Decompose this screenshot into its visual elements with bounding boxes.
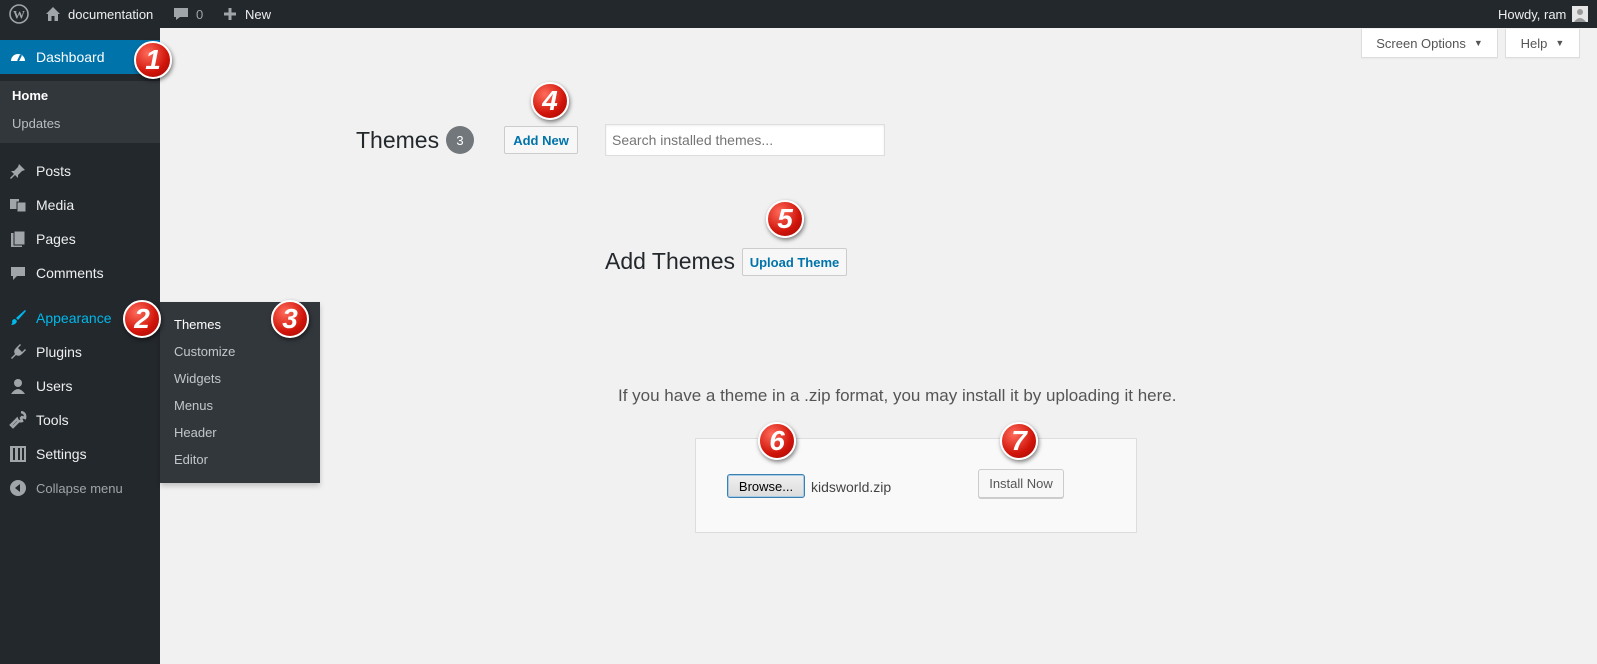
- wrench-icon: [9, 410, 27, 429]
- pin-icon: [9, 162, 27, 180]
- theme-count-badge: 3: [446, 126, 474, 154]
- admin-bar: W documentation 0 New Howdy, ram: [0, 0, 1597, 28]
- comment-icon: [172, 5, 190, 23]
- flyout-item-header[interactable]: Header: [174, 425, 217, 440]
- search-themes-input[interactable]: [605, 124, 885, 156]
- comments-link[interactable]: 0: [172, 0, 203, 28]
- admin-sidebar: Dashboard Home Updates Posts Media Pages…: [0, 28, 160, 664]
- flyout-item-widgets[interactable]: Widgets: [174, 371, 221, 386]
- sidebar-item-posts[interactable]: Posts: [0, 154, 160, 188]
- sidebar-item-settings[interactable]: Settings: [0, 437, 160, 471]
- home-icon: [44, 5, 62, 23]
- flyout-item-customize[interactable]: Customize: [174, 344, 235, 359]
- callout-4: 4: [531, 82, 569, 120]
- pages-icon: [9, 230, 27, 248]
- callout-5: 5: [766, 200, 804, 238]
- comment-icon: [9, 264, 27, 282]
- sidebar-item-comments[interactable]: Comments: [0, 256, 160, 290]
- sidebar-item-plugins[interactable]: Plugins: [0, 335, 160, 369]
- callout-1: 1: [134, 41, 172, 79]
- add-new-button[interactable]: Add New: [504, 126, 578, 154]
- callout-7: 7: [1000, 422, 1038, 460]
- screen-options-button[interactable]: Screen Options ▼: [1361, 29, 1498, 58]
- avatar: [1572, 6, 1589, 22]
- collapse-menu-button[interactable]: Collapse menu: [0, 471, 160, 505]
- wordpress-logo-icon[interactable]: W: [9, 0, 29, 28]
- settings-icon: [9, 445, 27, 463]
- media-icon: [9, 196, 27, 214]
- callout-6: 6: [758, 422, 796, 460]
- collapse-icon: [9, 479, 27, 497]
- sidebar-item-tools[interactable]: Tools: [0, 403, 160, 437]
- callout-2: 2: [123, 300, 161, 338]
- account-menu[interactable]: Howdy, ram: [1498, 0, 1589, 28]
- plugin-icon: [9, 343, 27, 361]
- add-themes-title: Add Themes: [605, 248, 735, 274]
- help-button[interactable]: Help ▼: [1505, 29, 1580, 58]
- new-content-link[interactable]: New: [221, 0, 271, 28]
- plus-icon: [221, 5, 239, 23]
- install-now-button[interactable]: Install Now: [978, 469, 1064, 498]
- site-name-link[interactable]: documentation: [44, 0, 153, 28]
- brush-icon: [9, 309, 27, 327]
- themes-title: Themes: [356, 127, 440, 153]
- caret-down-icon: ▼: [1473, 38, 1483, 48]
- svg-text:W: W: [13, 8, 25, 22]
- submenu-updates[interactable]: Updates: [12, 116, 60, 131]
- selected-file-name: kidsworld.zip: [811, 479, 892, 495]
- caret-down-icon: ▼: [1555, 38, 1565, 48]
- sidebar-item-pages[interactable]: Pages: [0, 222, 160, 256]
- submenu-home[interactable]: Home: [12, 88, 48, 103]
- dashboard-icon: [9, 48, 27, 66]
- user-icon: [9, 377, 27, 395]
- flyout-item-themes[interactable]: Themes: [174, 317, 221, 332]
- flyout-item-editor[interactable]: Editor: [174, 452, 208, 467]
- callout-3: 3: [271, 300, 309, 338]
- sidebar-item-users[interactable]: Users: [0, 369, 160, 403]
- upload-theme-button[interactable]: Upload Theme: [742, 248, 847, 276]
- browse-file-button[interactable]: Browse...: [727, 474, 805, 498]
- upload-description: If you have a theme in a .zip format, yo…: [618, 386, 1177, 405]
- flyout-item-menus[interactable]: Menus: [174, 398, 213, 413]
- sidebar-item-media[interactable]: Media: [0, 188, 160, 222]
